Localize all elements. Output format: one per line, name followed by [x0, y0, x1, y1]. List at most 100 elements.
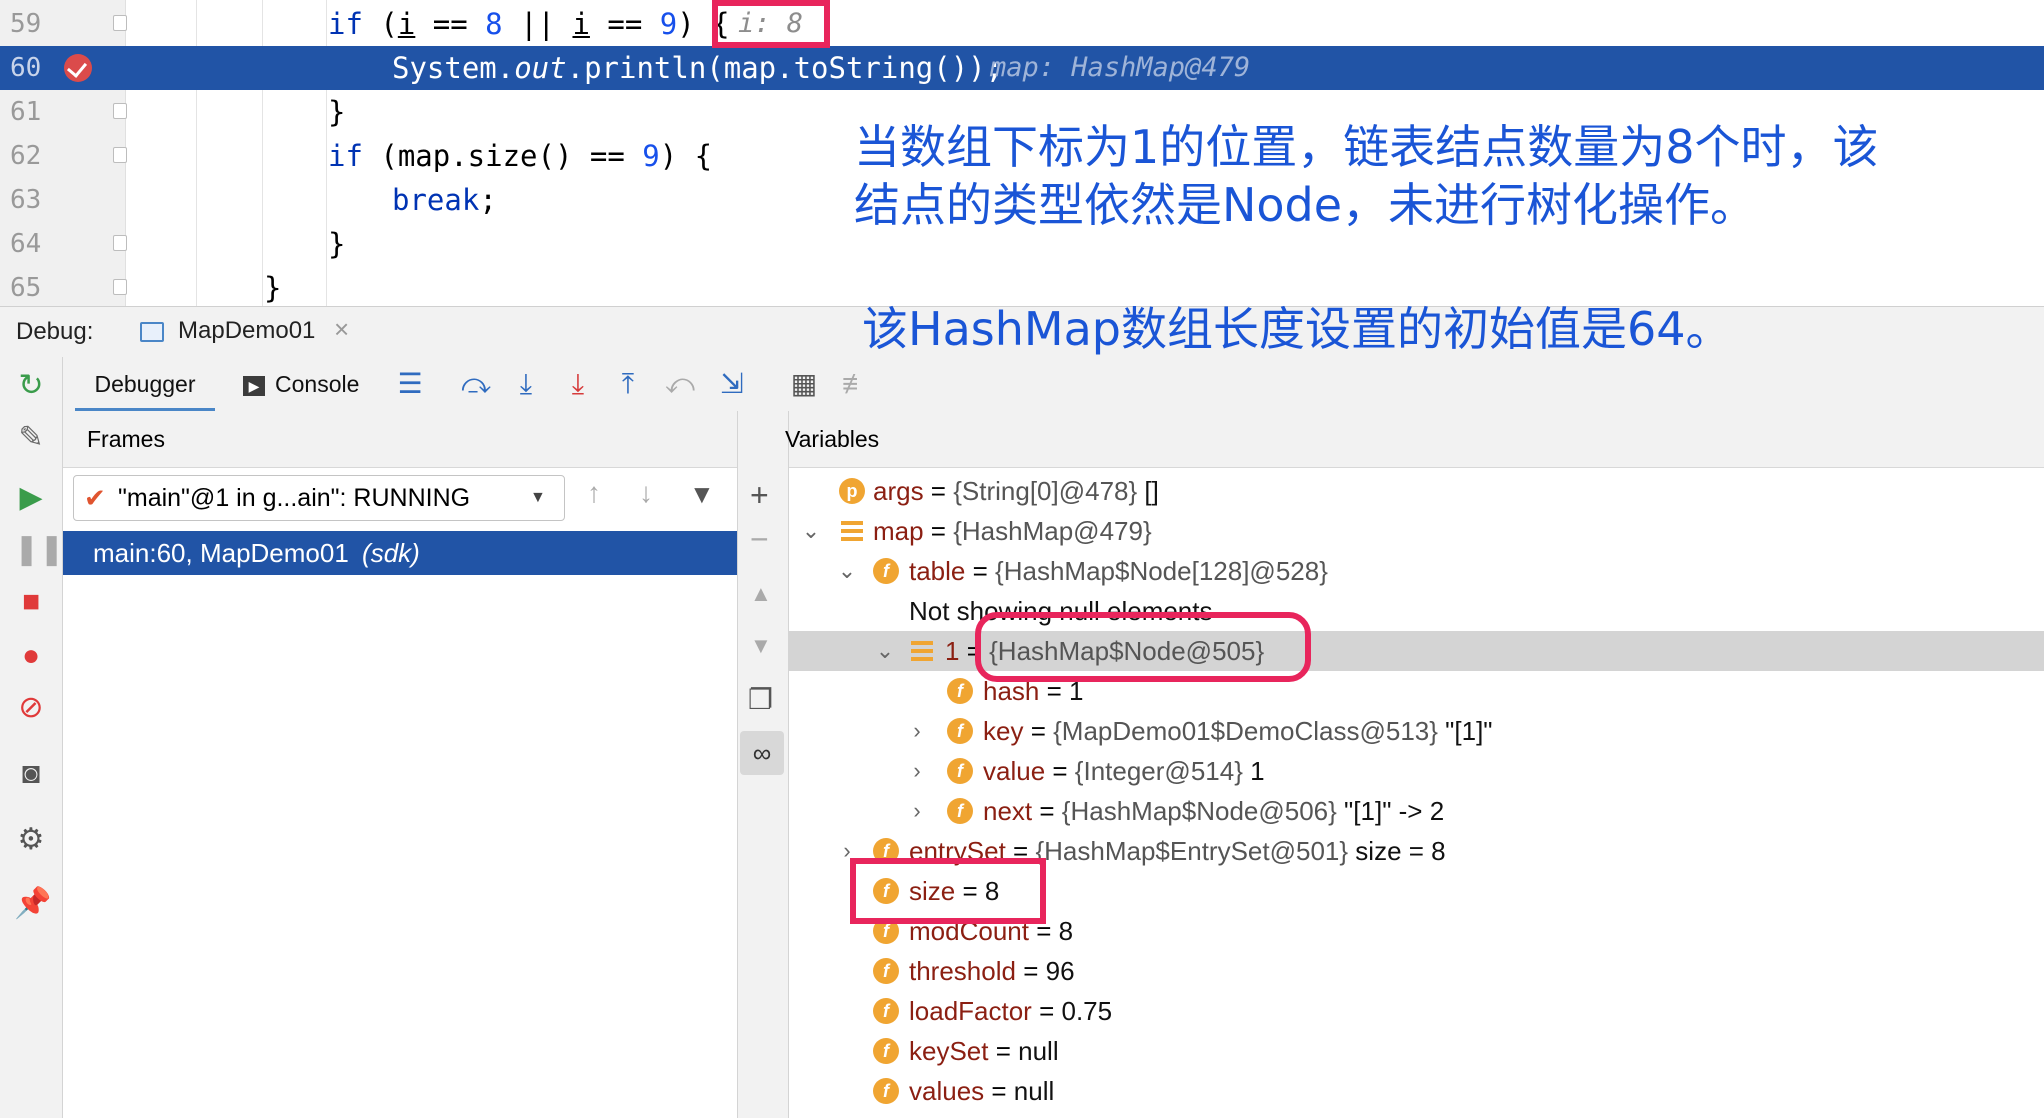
thread-label: "main"@1 in g...ain": RUNNING: [118, 484, 471, 512]
filter-icon[interactable]: ▼: [689, 479, 715, 510]
var-row-hash[interactable]: f hash = 1: [789, 671, 2044, 711]
tab-debugger[interactable]: Debugger: [75, 357, 215, 411]
var-row-next[interactable]: › f next = {HashMap$Node@506} "[1]" -> 2: [789, 791, 2044, 831]
debug-label: Debug:: [16, 318, 94, 345]
show-execution-point-icon[interactable]: ☰: [393, 367, 427, 401]
expand-icon[interactable]: ›: [905, 791, 929, 831]
callout-box-node: [975, 612, 1311, 682]
variables-header: Variables: [785, 411, 2044, 468]
code-line-60-current[interactable]: 60 System.out.println(map.toString()); m…: [0, 46, 2044, 90]
fold-marker-icon[interactable]: [113, 279, 127, 295]
mute-breakpoints-icon[interactable]: ⊘: [14, 691, 48, 725]
arrow-down-icon[interactable]: ↓: [639, 477, 653, 509]
field-icon: f: [873, 558, 899, 584]
frame-row-selected[interactable]: main:60, MapDemo01 (sdk): [63, 531, 737, 575]
object-icon: [841, 521, 863, 541]
var-row-key[interactable]: › f key = {MapDemo01$DemoClass@513} "[1]…: [789, 711, 2044, 751]
frames-header: Frames: [63, 411, 737, 468]
remove-watch-icon[interactable]: −: [750, 521, 769, 558]
collapse-icon[interactable]: ⌄: [835, 551, 859, 591]
expand-icon[interactable]: ›: [905, 751, 929, 791]
var-row-args[interactable]: p args = {String[0]@478} []: [789, 471, 2044, 511]
view-breakpoints-icon[interactable]: ●: [14, 639, 48, 673]
line-number: 64: [10, 229, 42, 259]
code-text: break;: [392, 183, 497, 217]
step-into-icon[interactable]: ⤓: [509, 367, 543, 401]
breakpoint-icon[interactable]: [64, 54, 92, 82]
force-step-into-icon[interactable]: ⤓: [561, 367, 595, 401]
debug-left-toolbar: ↻ ✎ ▶ ❚❚ ■ ● ⊘ ◙ ⚙ 📌: [0, 357, 64, 1118]
parameter-icon: p: [839, 478, 865, 504]
move-down-icon[interactable]: ▼: [750, 633, 772, 659]
gear-icon[interactable]: ⚙: [14, 823, 48, 857]
line-number: 59: [10, 9, 42, 39]
wrench-icon[interactable]: ✎: [14, 421, 48, 455]
code-text: if (i == 8 || i == 9) {: [328, 7, 730, 41]
collapse-icon[interactable]: ⌄: [873, 631, 897, 671]
fold-marker-icon[interactable]: [113, 147, 127, 163]
arrow-up-icon[interactable]: ↑: [587, 477, 601, 509]
object-icon: [911, 641, 933, 661]
collapse-icon[interactable]: ⌄: [799, 511, 823, 551]
pause-icon[interactable]: ❚❚: [14, 533, 64, 567]
drop-frame-icon[interactable]: ⤺: [663, 367, 697, 401]
run-to-cursor-icon[interactable]: ⇲: [715, 367, 749, 401]
move-up-icon[interactable]: ▲: [750, 581, 772, 607]
var-row-table[interactable]: ⌄ f table = {HashMap$Node[128]@528}: [789, 551, 2044, 591]
session-tab-label: MapDemo01: [178, 317, 316, 344]
close-tab-icon[interactable]: ×: [334, 304, 349, 354]
glasses-icon[interactable]: ∞: [740, 731, 784, 775]
copy-icon[interactable]: ❐: [748, 683, 773, 716]
var-row-values[interactable]: f values = null: [789, 1071, 2044, 1111]
inline-value-hint: map: HashMap@479: [990, 52, 1251, 83]
fold-marker-icon[interactable]: [113, 15, 127, 31]
code-text: }: [264, 271, 282, 305]
field-icon: f: [947, 718, 973, 744]
evaluate-expression-icon[interactable]: ▦: [787, 367, 821, 401]
fold-marker-icon[interactable]: [113, 235, 127, 251]
stop-icon[interactable]: ■: [14, 585, 48, 619]
expand-icon[interactable]: ›: [905, 711, 929, 751]
var-row-value[interactable]: › f value = {Integer@514} 1: [789, 751, 2044, 791]
var-row-keyset[interactable]: f keySet = null: [789, 1031, 2044, 1071]
var-row-loadfactor[interactable]: f loadFactor = 0.75: [789, 991, 2044, 1031]
trace-current-stream-icon[interactable]: ≢: [839, 367, 873, 401]
field-icon: f: [873, 998, 899, 1024]
step-over-icon[interactable]: ⤼: [459, 367, 493, 401]
field-icon: f: [947, 758, 973, 784]
rerun-icon[interactable]: ↻: [14, 369, 48, 403]
code-text: if (map.size() == 9) {: [328, 139, 713, 173]
variables-side-toolbar: + − ▲ ▼ ❐ ∞: [738, 411, 789, 1118]
fold-marker-icon[interactable]: [113, 103, 127, 119]
step-out-icon[interactable]: ⤒: [611, 367, 645, 401]
frame-label: main:60, MapDemo01: [93, 538, 349, 568]
annotation-line-1: 当数组下标为1的位置，链表结点数量为8个时，该: [854, 120, 1879, 174]
thread-selector[interactable]: ✔ "main"@1 in g...ain": RUNNING ▼: [73, 475, 565, 521]
code-text: }: [328, 227, 346, 261]
line-number: 65: [10, 273, 42, 303]
frames-panel: Frames ✔ "main"@1 in g...ain": RUNNING ▼…: [63, 411, 738, 1118]
variables-panel: Variables p args = {String[0]@478} [] ⌄ …: [785, 411, 2044, 1118]
chevron-down-icon: ▼: [530, 489, 546, 506]
add-watch-icon[interactable]: +: [750, 477, 769, 514]
pin-icon[interactable]: 📌: [14, 887, 51, 921]
tab-console[interactable]: ▶ Console: [243, 357, 373, 411]
field-icon: f: [947, 798, 973, 824]
line-number: 62: [10, 141, 42, 171]
field-icon: f: [947, 678, 973, 704]
resume-icon[interactable]: ▶: [14, 481, 48, 515]
debugger-toolbar: Debugger ▶ Console ☰ ⤼ ⤓ ⤓ ⤒ ⤺ ⇲ ▦ ≢: [63, 357, 2044, 412]
line-number: 60: [10, 53, 42, 83]
callout-box-size: [850, 858, 1046, 924]
line-number: 63: [10, 185, 42, 215]
frame-sdk-label: (sdk): [362, 538, 420, 568]
camera-icon[interactable]: ◙: [14, 757, 48, 791]
annotation-line-2: 结点的类型依然是Node，未进行树化操作。: [854, 178, 1757, 232]
code-text: System.out.println(map.toString());: [392, 51, 1004, 85]
var-row-map[interactable]: ⌄ map = {HashMap@479}: [789, 511, 2044, 551]
app-window-icon: [140, 322, 164, 342]
field-icon: f: [873, 1038, 899, 1064]
var-row-threshold[interactable]: f threshold = 96: [789, 951, 2044, 991]
field-icon: f: [873, 1078, 899, 1104]
code-line-59[interactable]: 59 if (i == 8 || i == 9) { i: 8: [0, 2, 2044, 46]
